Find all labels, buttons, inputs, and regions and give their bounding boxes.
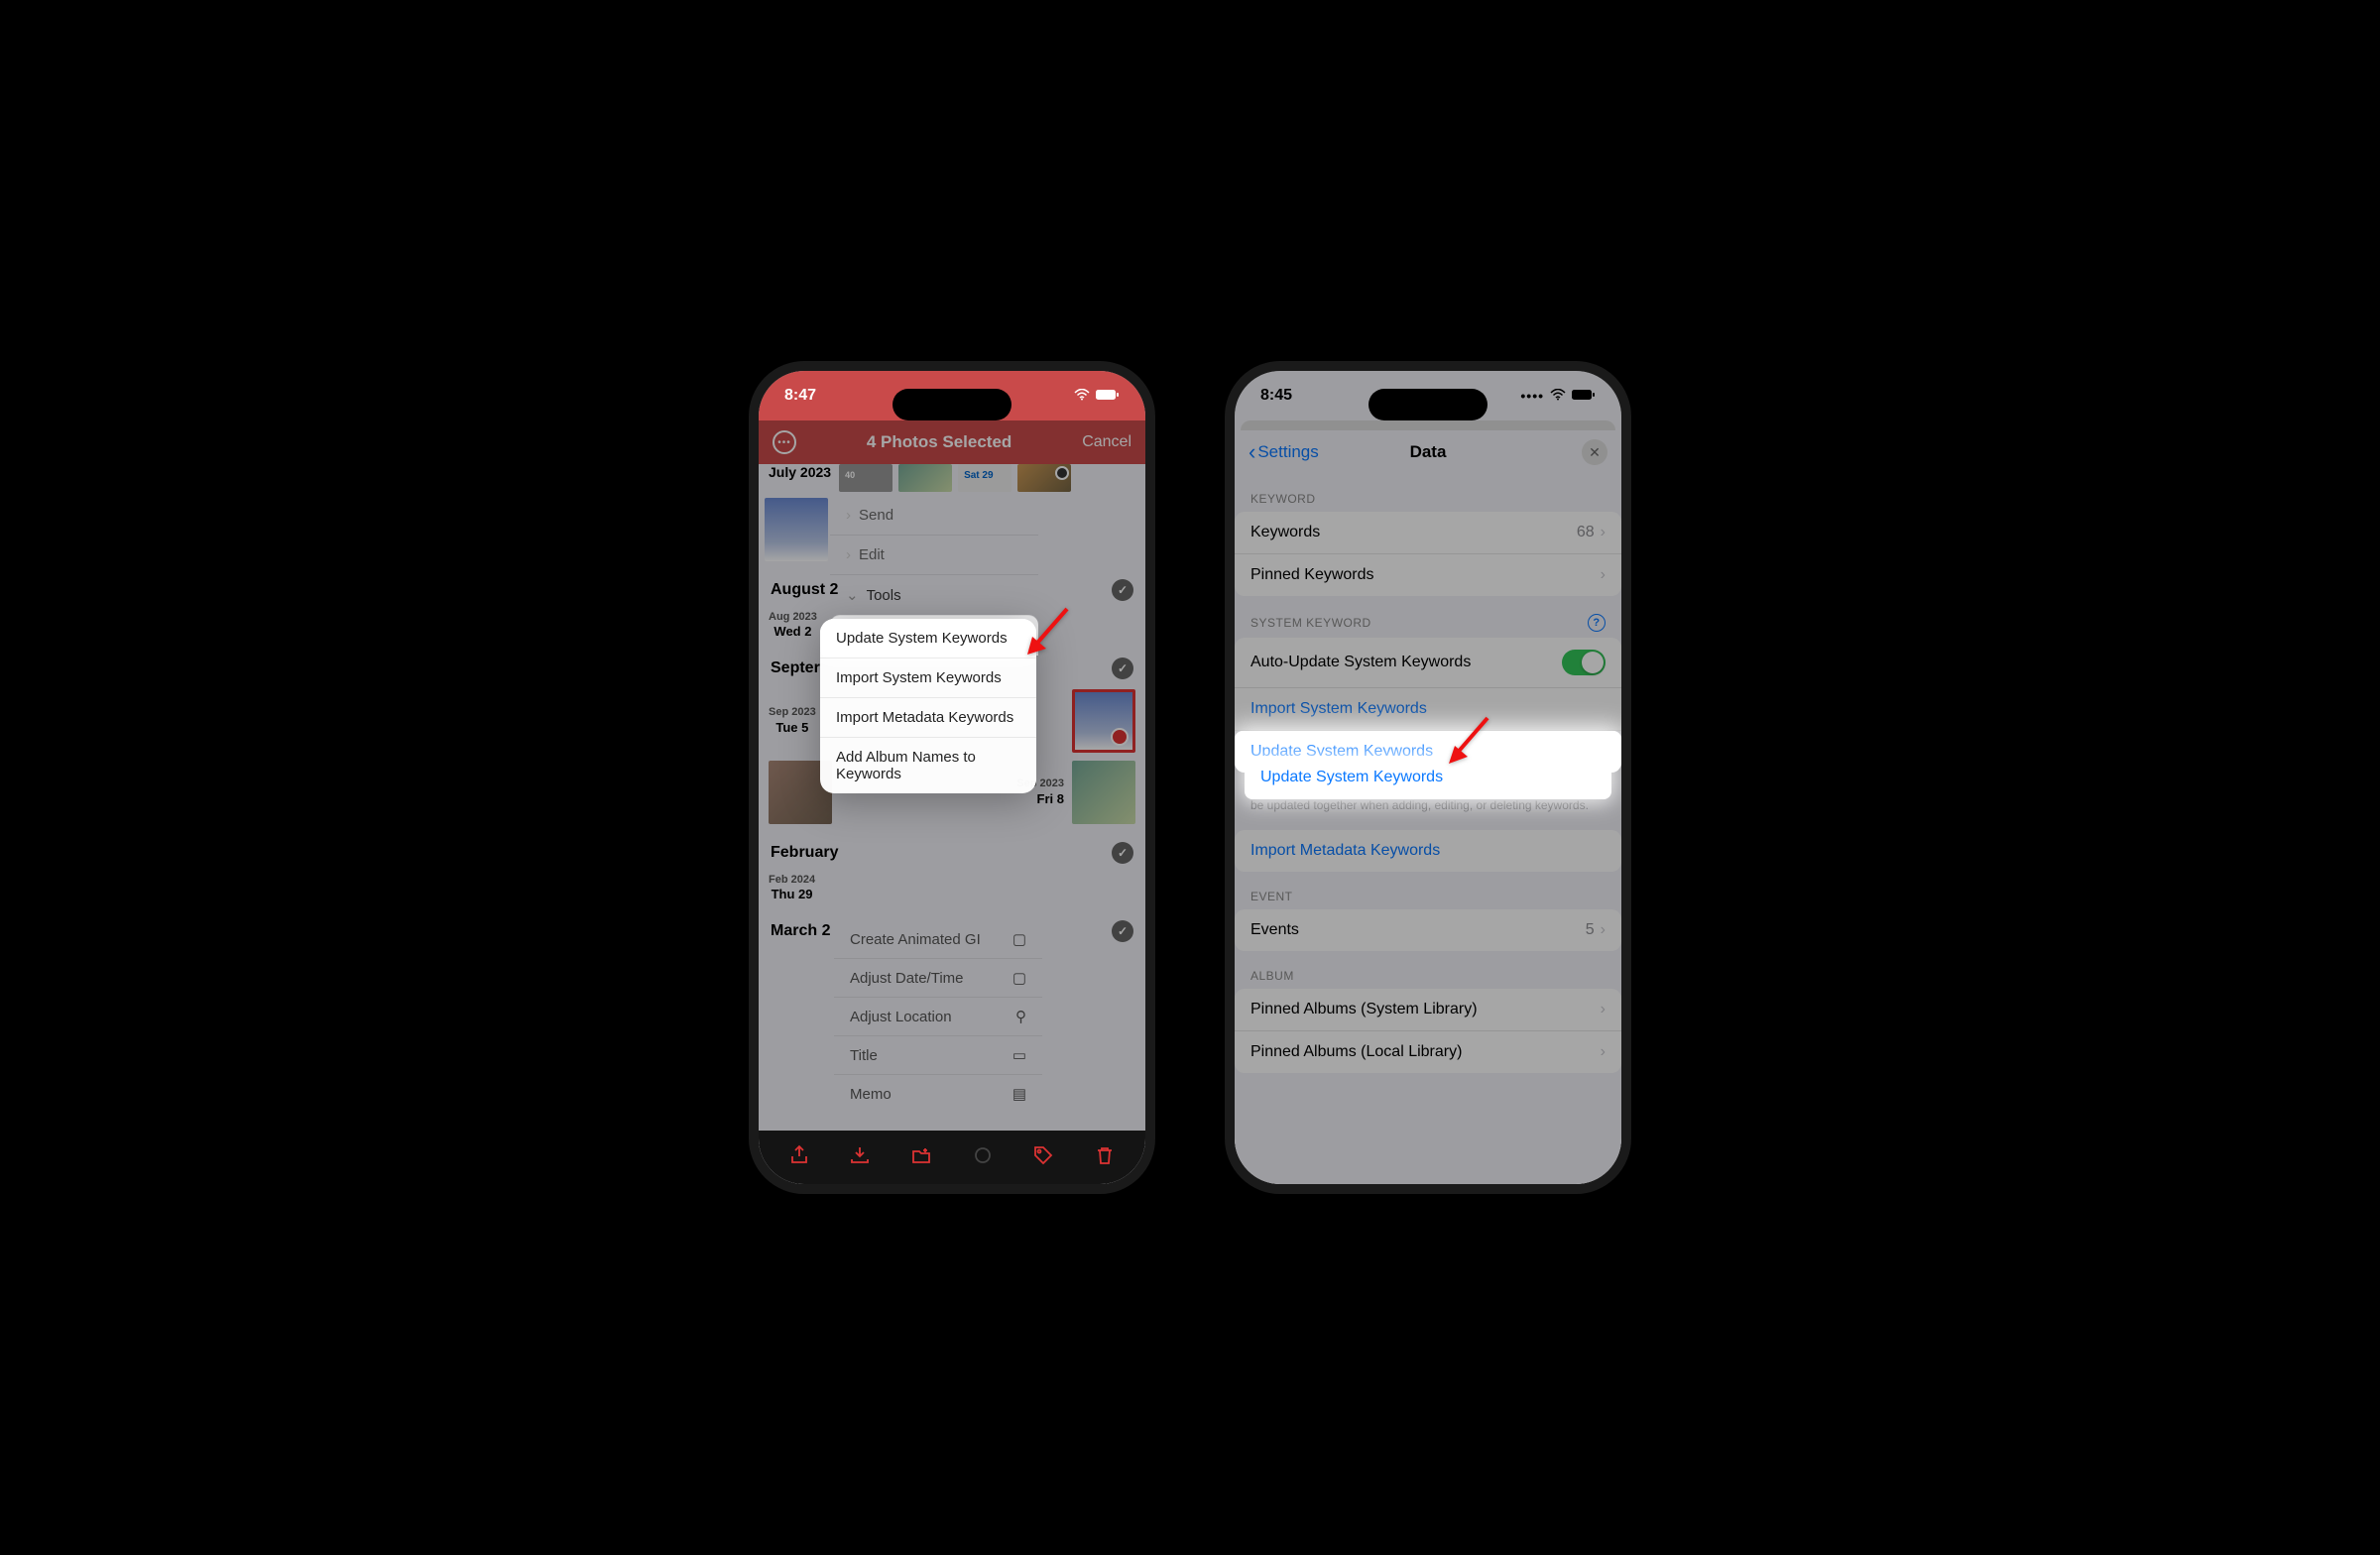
chevron-right-icon: › (1601, 566, 1606, 584)
cell-update-system-keywords-highlight[interactable]: Update System Keywords (1245, 756, 1611, 799)
annotation-arrow (1022, 607, 1072, 661)
menu-update-system-keywords[interactable]: Update System Keywords (820, 619, 1036, 658)
menu-tools[interactable]: ⌄Tools (830, 574, 1038, 615)
gif-icon: ▢ (1012, 930, 1026, 948)
cell-auto-update[interactable]: Auto-Update System Keywords (1235, 638, 1621, 688)
thumbnail[interactable] (1017, 464, 1071, 492)
pin-icon: ⚲ (1015, 1008, 1026, 1025)
close-icon: ✕ (1589, 444, 1601, 461)
section-header-album: ALBUM (1235, 951, 1621, 989)
sheet-behind (1241, 420, 1615, 430)
close-button[interactable]: ✕ (1582, 439, 1607, 465)
select-all-icon[interactable]: ✓ (1112, 842, 1133, 864)
thumbnail[interactable] (1072, 761, 1135, 824)
status-indicators (1074, 388, 1120, 404)
select-all-icon[interactable]: ✓ (1112, 658, 1133, 679)
dynamic-island (892, 389, 1012, 420)
status-time: 8:45 (1260, 387, 1292, 405)
chevron-right-icon: › (1601, 524, 1606, 541)
note-icon: ▤ (1012, 1085, 1026, 1103)
chevron-left-icon: ‹ (1249, 439, 1255, 465)
cell-import-metadata-keywords[interactable]: Import Metadata Keywords (1235, 830, 1621, 872)
screen-left: 8:47 ••• 4 Photos Selected Cancel July 2… (759, 371, 1145, 1184)
select-all-icon[interactable]: ✓ (1112, 920, 1133, 942)
thumbnail[interactable] (898, 464, 952, 492)
menu-memo[interactable]: Memo▤ (834, 1074, 1042, 1113)
date-header: July 2023 (769, 464, 831, 480)
cell-pinned-keywords[interactable]: Pinned Keywords › (1235, 554, 1621, 596)
cell-import-system-keywords[interactable]: Import System Keywords (1235, 688, 1621, 731)
screen-right: 8:45 •••• ‹Settings Data ✕ KEYWORD Keywo… (1235, 371, 1621, 1184)
settings-navbar: ‹Settings Data ✕ (1235, 430, 1621, 474)
share-icon[interactable] (788, 1144, 810, 1171)
date-label: Feb 2024Thu 29 (769, 874, 815, 902)
month-header: March 2 (771, 922, 830, 940)
more-icon[interactable]: ••• (773, 430, 796, 454)
thumbnail-selected[interactable] (1072, 689, 1135, 753)
check-icon (1111, 728, 1129, 746)
navbar: ••• 4 Photos Selected Cancel (759, 420, 1145, 464)
menu-send[interactable]: ›Send (830, 496, 1038, 535)
annotation-arrow (1443, 716, 1492, 771)
thumbnail[interactable] (765, 498, 828, 561)
refresh-icon[interactable] (972, 1144, 994, 1171)
month-header: February (771, 844, 838, 862)
menu-title[interactable]: Title▭ (834, 1035, 1042, 1074)
wifi-icon (1550, 388, 1566, 404)
speech-icon: ▭ (1012, 1046, 1026, 1064)
dynamic-island (1368, 389, 1488, 420)
back-button[interactable]: ‹Settings (1249, 439, 1319, 465)
trash-icon[interactable] (1094, 1144, 1116, 1171)
tag-icon[interactable] (1032, 1144, 1054, 1171)
menu-edit[interactable]: ›Edit (830, 535, 1038, 574)
menu-import-system-keywords[interactable]: Import System Keywords (820, 658, 1036, 697)
toggle-on[interactable] (1562, 650, 1606, 675)
chevron-right-icon: › (1601, 1001, 1606, 1018)
cell-pinned-albums-system[interactable]: Pinned Albums (System Library) › (1235, 989, 1621, 1031)
cell-pinned-albums-local[interactable]: Pinned Albums (Local Library) › (1235, 1031, 1621, 1073)
wifi-icon (1074, 388, 1090, 404)
keywords-submenu: Update System Keywords Import System Key… (820, 619, 1036, 793)
phone-left: 8:47 ••• 4 Photos Selected Cancel July 2… (749, 361, 1155, 1194)
menu-import-metadata-keywords[interactable]: Import Metadata Keywords (820, 697, 1036, 737)
menu-add-album-names[interactable]: Add Album Names to Keywords (820, 737, 1036, 793)
month-header: Septer (771, 659, 820, 677)
menu-create-gif[interactable]: Create Animated GI▢ (834, 920, 1042, 958)
chevron-right-icon: › (1601, 921, 1606, 939)
phone-right: 8:45 •••• ‹Settings Data ✕ KEYWORD Keywo… (1225, 361, 1631, 1194)
page-title: Data (1410, 442, 1447, 462)
bottom-toolbar (759, 1131, 1145, 1184)
date-label: Sep 2023Tue 5 (769, 706, 816, 735)
check-icon (1055, 466, 1069, 480)
download-icon[interactable] (849, 1144, 871, 1171)
section-header-event: EVENT (1235, 872, 1621, 909)
calendar-icon: ▢ (1012, 969, 1026, 987)
cell-keywords[interactable]: Keywords 68› (1235, 512, 1621, 554)
tools-submenu-bg: Create Animated GI▢ Adjust Date/Time▢ Ad… (834, 920, 1042, 1113)
thumbnail[interactable]: Sat 29 (958, 464, 1012, 492)
month-header: August 2 (771, 581, 838, 599)
date-label: Aug 2023Wed 2 (769, 611, 817, 640)
select-all-icon[interactable]: ✓ (1112, 579, 1133, 601)
status-time: 8:47 (784, 387, 816, 405)
battery-icon (1096, 388, 1120, 404)
menu-adjust-location[interactable]: Adjust Location⚲ (834, 997, 1042, 1035)
menu-adjust-datetime[interactable]: Adjust Date/Time▢ (834, 958, 1042, 997)
chevron-right-icon: › (1601, 1043, 1606, 1061)
cancel-button[interactable]: Cancel (1082, 433, 1131, 451)
section-header-keyword: KEYWORD (1235, 474, 1621, 512)
cell-events[interactable]: Events 5› (1235, 909, 1621, 951)
section-header-system-keyword: SYSTEM KEYWORD ? (1235, 596, 1621, 638)
thumbnail[interactable]: 40 (839, 464, 892, 492)
info-icon[interactable]: ? (1588, 614, 1606, 632)
battery-icon (1572, 388, 1596, 404)
add-folder-icon[interactable] (910, 1144, 932, 1171)
page-title: 4 Photos Selected (867, 432, 1012, 452)
status-indicators: •••• (1520, 388, 1596, 404)
